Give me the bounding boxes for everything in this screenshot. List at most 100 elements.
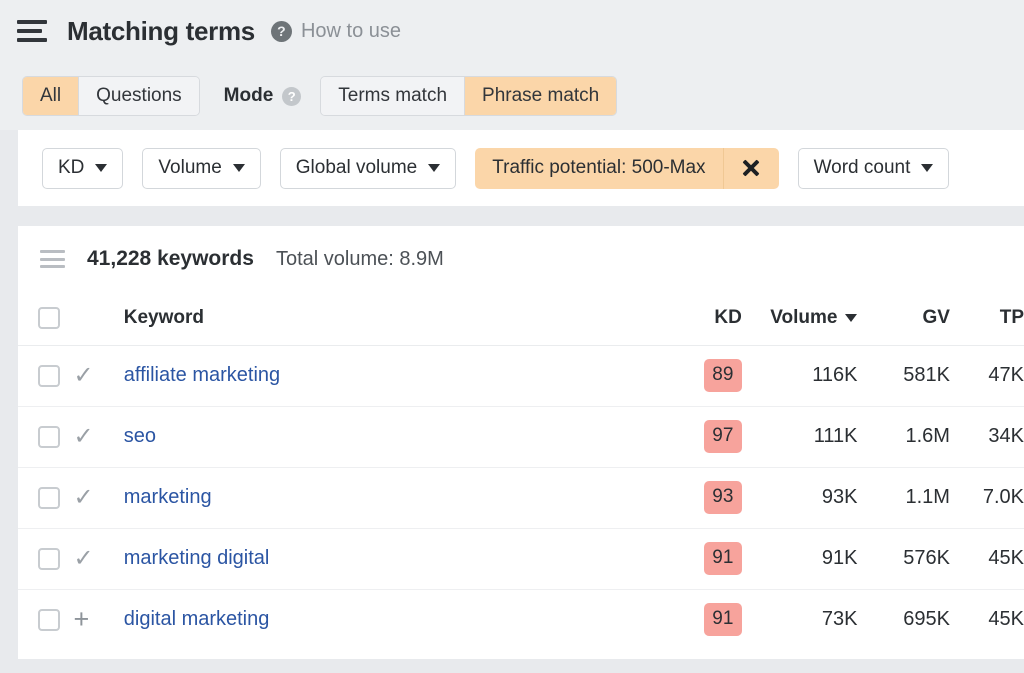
row-checkbox[interactable] <box>38 548 60 570</box>
row-gv-cell: 576K <box>857 528 950 589</box>
row-keyword-cell: marketing <box>120 467 652 528</box>
row-tp-cell: 34K <box>950 406 1024 467</box>
row-keyword-cell: affiliate marketing <box>120 345 652 406</box>
kd-badge: 97 <box>704 420 742 453</box>
kd-badge: 91 <box>704 542 742 575</box>
results-panel: 41,228 keywords Total volume: 8.9M Keywo… <box>18 226 1024 659</box>
tab-terms-match[interactable]: Terms match <box>321 77 464 115</box>
filter-word-count[interactable]: Word count <box>798 148 950 189</box>
row-volume-cell: 116K <box>742 345 858 406</box>
filter-volume-label: Volume <box>158 157 221 179</box>
page-header: Matching terms ? How to use All Question… <box>0 0 1024 130</box>
column-header-volume[interactable]: Volume <box>742 292 858 345</box>
row-gv-cell: 581K <box>857 345 950 406</box>
row-select-cell <box>18 528 74 589</box>
filter-kd[interactable]: KD <box>42 148 123 189</box>
row-kd-cell: 91 <box>652 589 742 650</box>
row-mark-cell: ✓ <box>74 528 120 589</box>
filter-traffic-potential-label[interactable]: Traffic potential: 500-Max <box>475 157 722 179</box>
keyword-link[interactable]: seo <box>120 425 156 447</box>
tab-phrase-match[interactable]: Phrase match <box>464 77 616 115</box>
table-row[interactable]: ✓marketing digital 9191K576K45K <box>18 528 1024 589</box>
table-body: ✓affiliate marketing89116K581K47K✓seo971… <box>18 345 1024 650</box>
row-tp-cell: 47K <box>950 345 1024 406</box>
mode-label: Mode <box>224 85 274 107</box>
filter-word-count-label: Word count <box>814 157 911 179</box>
filter-volume[interactable]: Volume <box>142 148 260 189</box>
keyword-link[interactable]: affiliate marketing <box>120 364 280 386</box>
mark-column-header <box>74 292 120 345</box>
table-row[interactable]: ✓marketing 9393K1.1M7.0K <box>18 467 1024 528</box>
close-icon[interactable] <box>723 148 779 189</box>
table-row[interactable]: ✓seo97111K1.6M34K <box>18 406 1024 467</box>
column-header-tp[interactable]: TP <box>950 292 1024 345</box>
total-volume: Total volume: 8.9M <box>276 248 444 271</box>
filter-kd-label: KD <box>58 157 84 179</box>
mode-segmented-control: Terms match Phrase match <box>320 76 617 116</box>
results-summary: 41,228 keywords Total volume: 8.9M <box>18 226 1024 292</box>
checkmark-icon[interactable]: ✓ <box>74 547 120 571</box>
keywords-table: Keyword KD Volume GV TP ✓affiliate marke… <box>18 292 1024 650</box>
table-row[interactable]: ✓affiliate marketing 89116K581K47K <box>18 345 1024 406</box>
column-header-volume-label: Volume <box>770 307 837 329</box>
row-select-cell <box>18 589 74 650</box>
row-tp-cell: 45K <box>950 589 1024 650</box>
row-select-cell <box>18 345 74 406</box>
title-row: Matching terms ? How to use <box>0 0 1024 62</box>
scope-segmented-control: All Questions <box>22 76 200 116</box>
select-all-checkbox[interactable] <box>38 307 60 329</box>
kd-badge: 91 <box>704 603 742 636</box>
table-header: Keyword KD Volume GV TP <box>18 292 1024 345</box>
row-volume-cell: 93K <box>742 467 858 528</box>
row-keyword-cell: marketing digital <box>120 528 652 589</box>
row-checkbox[interactable] <box>38 426 60 448</box>
table-row[interactable]: +digital marketing9173K695K45K <box>18 589 1024 650</box>
row-mark-cell: ✓ <box>74 406 120 467</box>
volume-sort-control[interactable]: Volume <box>770 307 857 329</box>
mode-help-icon[interactable]: ? <box>282 87 301 106</box>
row-mark-cell: ✓ <box>74 345 120 406</box>
row-kd-cell: 97 <box>652 406 742 467</box>
row-kd-cell: 93 <box>652 467 742 528</box>
row-keyword-cell: seo <box>120 406 652 467</box>
kd-badge: 93 <box>704 481 742 514</box>
toggle-row: All Questions Mode ? Terms match Phrase … <box>0 62 1024 130</box>
column-header-gv[interactable]: GV <box>857 292 950 345</box>
row-checkbox[interactable] <box>38 365 60 387</box>
checkmark-icon[interactable]: ✓ <box>74 364 120 388</box>
row-tp-cell: 7.0K <box>950 467 1024 528</box>
row-kd-cell: 89 <box>652 345 742 406</box>
select-all-cell <box>18 292 74 345</box>
row-checkbox[interactable] <box>38 609 60 631</box>
tab-all[interactable]: All <box>23 77 78 115</box>
keyword-link[interactable]: marketing <box>120 486 212 508</box>
row-checkbox[interactable] <box>38 487 60 509</box>
row-volume-cell: 73K <box>742 589 858 650</box>
checkmark-icon[interactable]: ✓ <box>74 486 120 510</box>
how-to-use-link[interactable]: How to use <box>301 20 401 43</box>
chevron-down-icon <box>921 164 933 172</box>
column-header-kd[interactable]: KD <box>652 292 742 345</box>
matching-terms-page: Matching terms ? How to use All Question… <box>0 0 1024 673</box>
row-keyword-cell: digital marketing <box>120 589 652 650</box>
row-volume-cell: 111K <box>742 406 858 467</box>
add-keyword-icon[interactable]: + <box>74 606 120 633</box>
row-gv-cell: 1.1M <box>857 467 950 528</box>
tab-questions[interactable]: Questions <box>78 77 199 115</box>
row-kd-cell: 91 <box>652 528 742 589</box>
checkmark-icon[interactable]: ✓ <box>74 425 120 449</box>
filter-global-volume[interactable]: Global volume <box>280 148 456 189</box>
keyword-link[interactable]: digital marketing <box>120 608 270 630</box>
keyword-link[interactable]: marketing digital <box>120 547 270 569</box>
column-header-keyword[interactable]: Keyword <box>120 292 652 345</box>
help-icon[interactable]: ? <box>271 21 292 42</box>
page-title: Matching terms <box>67 16 255 47</box>
row-select-cell <box>18 467 74 528</box>
hamburger-icon[interactable] <box>17 20 47 42</box>
chevron-down-icon <box>428 164 440 172</box>
row-tp-cell: 45K <box>950 528 1024 589</box>
row-volume-cell: 91K <box>742 528 858 589</box>
row-mark-cell: + <box>74 589 120 650</box>
list-icon[interactable] <box>40 250 65 268</box>
kd-badge: 89 <box>704 359 742 392</box>
